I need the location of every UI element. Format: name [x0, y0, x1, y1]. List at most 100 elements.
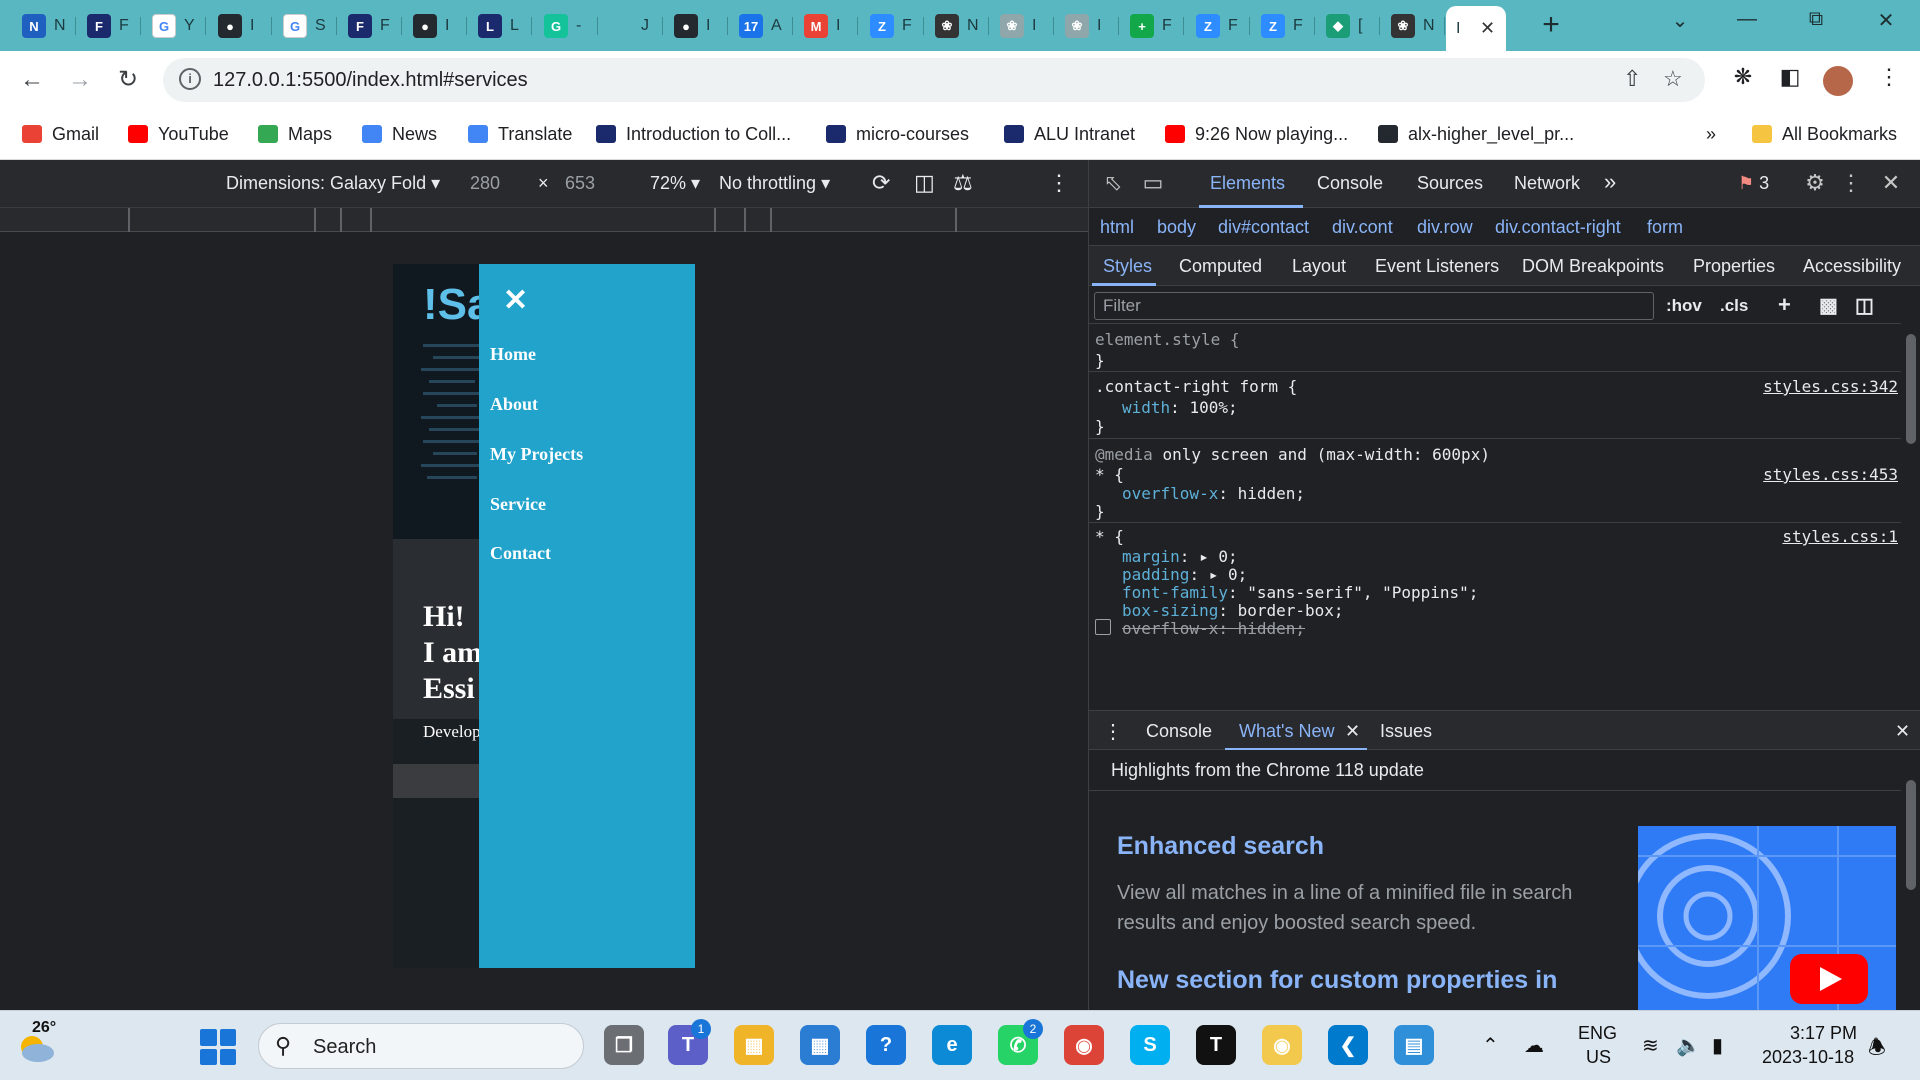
share-icon[interactable]: ⇧: [1623, 66, 1641, 92]
close-window-button[interactable]: ✕: [1866, 8, 1906, 33]
breadcrumb-div-contact-right[interactable]: div.contact-right: [1495, 217, 1621, 238]
css-property[interactable]: padding: [1122, 565, 1189, 584]
subtab-properties[interactable]: Properties: [1693, 256, 1775, 277]
hover-state-toggle[interactable]: :hov: [1666, 296, 1702, 316]
bookmark-item[interactable]: ALU Intranet: [1004, 121, 1135, 147]
css-property[interactable]: margin: [1122, 547, 1180, 566]
inspect-element-icon[interactable]: ⬁: [1099, 170, 1127, 196]
browser-tab[interactable]: ● I: [403, 8, 467, 44]
css-property[interactable]: font-family: [1122, 583, 1228, 602]
style-rule-contact-right-form[interactable]: .contact-right form { styles.css:342 wid…: [1089, 372, 1901, 439]
browser-tab[interactable]: J: [599, 8, 663, 44]
css-value[interactable]: "sans-serif", "Poppins";: [1247, 583, 1478, 602]
youtube-play-icon[interactable]: [1790, 954, 1868, 1004]
notepad-icon[interactable]: ▤: [1394, 1025, 1434, 1065]
browser-tab[interactable]: MI: [794, 8, 858, 44]
taskbar-search[interactable]: ⚲ Search: [258, 1023, 584, 1069]
bookmark-star-icon[interactable]: ☆: [1663, 66, 1683, 92]
computed-sidebar-icon[interactable]: ◫: [1855, 293, 1874, 318]
style-rule-element-style[interactable]: element.style { }: [1089, 324, 1901, 372]
forward-arrow-icon[interactable]: →: [64, 64, 96, 96]
browser-tab[interactable]: NN: [12, 8, 76, 44]
task-view-icon[interactable]: ❐: [604, 1025, 644, 1065]
reload-icon[interactable]: ↻: [112, 64, 144, 96]
css-property[interactable]: width: [1122, 398, 1170, 417]
bookmark-item[interactable]: micro-courses: [826, 121, 969, 147]
skype-icon[interactable]: S: [1130, 1025, 1170, 1065]
tab-search-icon[interactable]: ⌄: [1660, 8, 1700, 33]
browser-tab[interactable]: ❀ N: [925, 8, 989, 44]
chrome-icon[interactable]: ◉: [1262, 1025, 1302, 1065]
url-text[interactable]: 127.0.0.1:5500/index.html#services: [213, 69, 528, 92]
tab-network[interactable]: Network: [1514, 173, 1580, 194]
breadcrumb-body[interactable]: body: [1157, 217, 1196, 238]
css-value[interactable]: 0;: [1218, 547, 1237, 566]
close-drawer-icon[interactable]: ✕: [1895, 721, 1910, 742]
tab-sources[interactable]: Sources: [1417, 173, 1483, 194]
minimize-button[interactable]: —: [1727, 8, 1767, 31]
error-count-badge[interactable]: ⚑ 3: [1738, 173, 1769, 194]
microsoft-store-icon[interactable]: ▦: [800, 1025, 840, 1065]
subtab-dom-breakpoints[interactable]: DOM Breakpoints: [1522, 256, 1664, 277]
css-value[interactable]: 100%;: [1189, 398, 1237, 417]
bookmark-item[interactable]: News: [362, 121, 437, 147]
breadcrumb-form[interactable]: form: [1647, 217, 1683, 238]
show-hidden-icons[interactable]: ⌃: [1482, 1033, 1499, 1058]
tab-elements[interactable]: Elements: [1210, 173, 1285, 194]
device-dimensions-dropdown[interactable]: Dimensions: Galaxy Fold ▾: [226, 173, 440, 194]
onedrive-icon[interactable]: ☁: [1524, 1033, 1544, 1058]
subtab-event-listeners[interactable]: Event Listeners: [1375, 256, 1499, 277]
devtools-more-icon[interactable]: ⋮: [1837, 170, 1865, 196]
css-property[interactable]: overflow-x: [1122, 484, 1218, 503]
css-property[interactable]: overflow-x: [1122, 619, 1218, 638]
breadcrumb-div-row[interactable]: div.row: [1417, 217, 1473, 238]
chrome-menu-icon[interactable]: ⋮: [1874, 64, 1904, 90]
browser-tab[interactable]: G-: [534, 8, 598, 44]
styles-scrollbar[interactable]: [1901, 290, 1920, 710]
rule-source-link[interactable]: styles.css:342: [1763, 377, 1898, 396]
vscode-icon[interactable]: ❮: [1328, 1025, 1368, 1065]
browser-tab[interactable]: I ✕: [1446, 6, 1506, 51]
drawer-tab-console[interactable]: Console: [1146, 721, 1212, 742]
more-tabs-icon[interactable]: »: [1604, 169, 1616, 195]
bookmark-item[interactable]: 9:26 Now playing...: [1165, 121, 1348, 147]
subtab-layout[interactable]: Layout: [1292, 256, 1346, 277]
bookmark-item[interactable]: Gmail: [22, 121, 99, 147]
video-thumbnail[interactable]: [1638, 826, 1896, 1010]
device-toggle-icon[interactable]: ▭: [1139, 170, 1167, 196]
css-value[interactable]: border-box;: [1238, 601, 1344, 620]
drawer-menu-icon[interactable]: ⋮: [1103, 719, 1123, 744]
battery-icon[interactable]: ▮: [1712, 1033, 1723, 1058]
subtab-styles[interactable]: Styles: [1103, 256, 1152, 277]
browser-tab[interactable]: ◆[: [1316, 8, 1380, 44]
style-rule-media-star[interactable]: @media only screen and (max-width: 600px…: [1089, 439, 1901, 523]
throttling-dropdown[interactable]: No throttling ▾: [719, 173, 830, 194]
device-width-input[interactable]: 280: [470, 173, 500, 194]
whats-new-title-2[interactable]: New section for custom properties in: [1117, 966, 1557, 995]
drawer-tab-issues[interactable]: Issues: [1380, 721, 1432, 742]
clock-time[interactable]: 3:17 PM: [1790, 1023, 1857, 1044]
browser-tab[interactable]: GS: [273, 8, 337, 44]
browser-tab[interactable]: ZF: [860, 8, 924, 44]
device-height-input[interactable]: 653: [565, 173, 595, 194]
rule-source-link[interactable]: styles.css:1: [1782, 527, 1898, 546]
drawer-scrollbar[interactable]: [1901, 750, 1920, 1010]
bookmark-item[interactable]: Translate: [468, 121, 572, 147]
zoom-dropdown[interactable]: 72% ▾: [650, 173, 700, 194]
site-info-icon[interactable]: i: [179, 68, 201, 90]
css-value[interactable]: hidden;: [1238, 484, 1305, 503]
edge-icon[interactable]: e: [932, 1025, 972, 1065]
drawer-tab-whats-new[interactable]: What's New: [1239, 721, 1334, 742]
paint-roller-icon[interactable]: ▩: [1819, 293, 1838, 318]
profile-avatar[interactable]: [1823, 66, 1853, 96]
browser-tab[interactable]: + F: [1120, 8, 1184, 44]
volume-icon[interactable]: 🔈: [1676, 1033, 1701, 1058]
whats-new-title[interactable]: Enhanced search: [1117, 832, 1324, 861]
breadcrumb-div-contact[interactable]: div#contact: [1218, 217, 1309, 238]
styles-filter-input[interactable]: Filter: [1094, 292, 1654, 320]
sensors-flask-icon[interactable]: ⚖: [953, 170, 973, 196]
style-rule-star[interactable]: * { styles.css:1 margin: ▸ 0; padding: ▸…: [1089, 523, 1901, 649]
browser-tab[interactable]: ZF: [1251, 8, 1315, 44]
drawer-scroll-thumb[interactable]: [1906, 780, 1916, 890]
browser-tab[interactable]: ZF: [1186, 8, 1250, 44]
